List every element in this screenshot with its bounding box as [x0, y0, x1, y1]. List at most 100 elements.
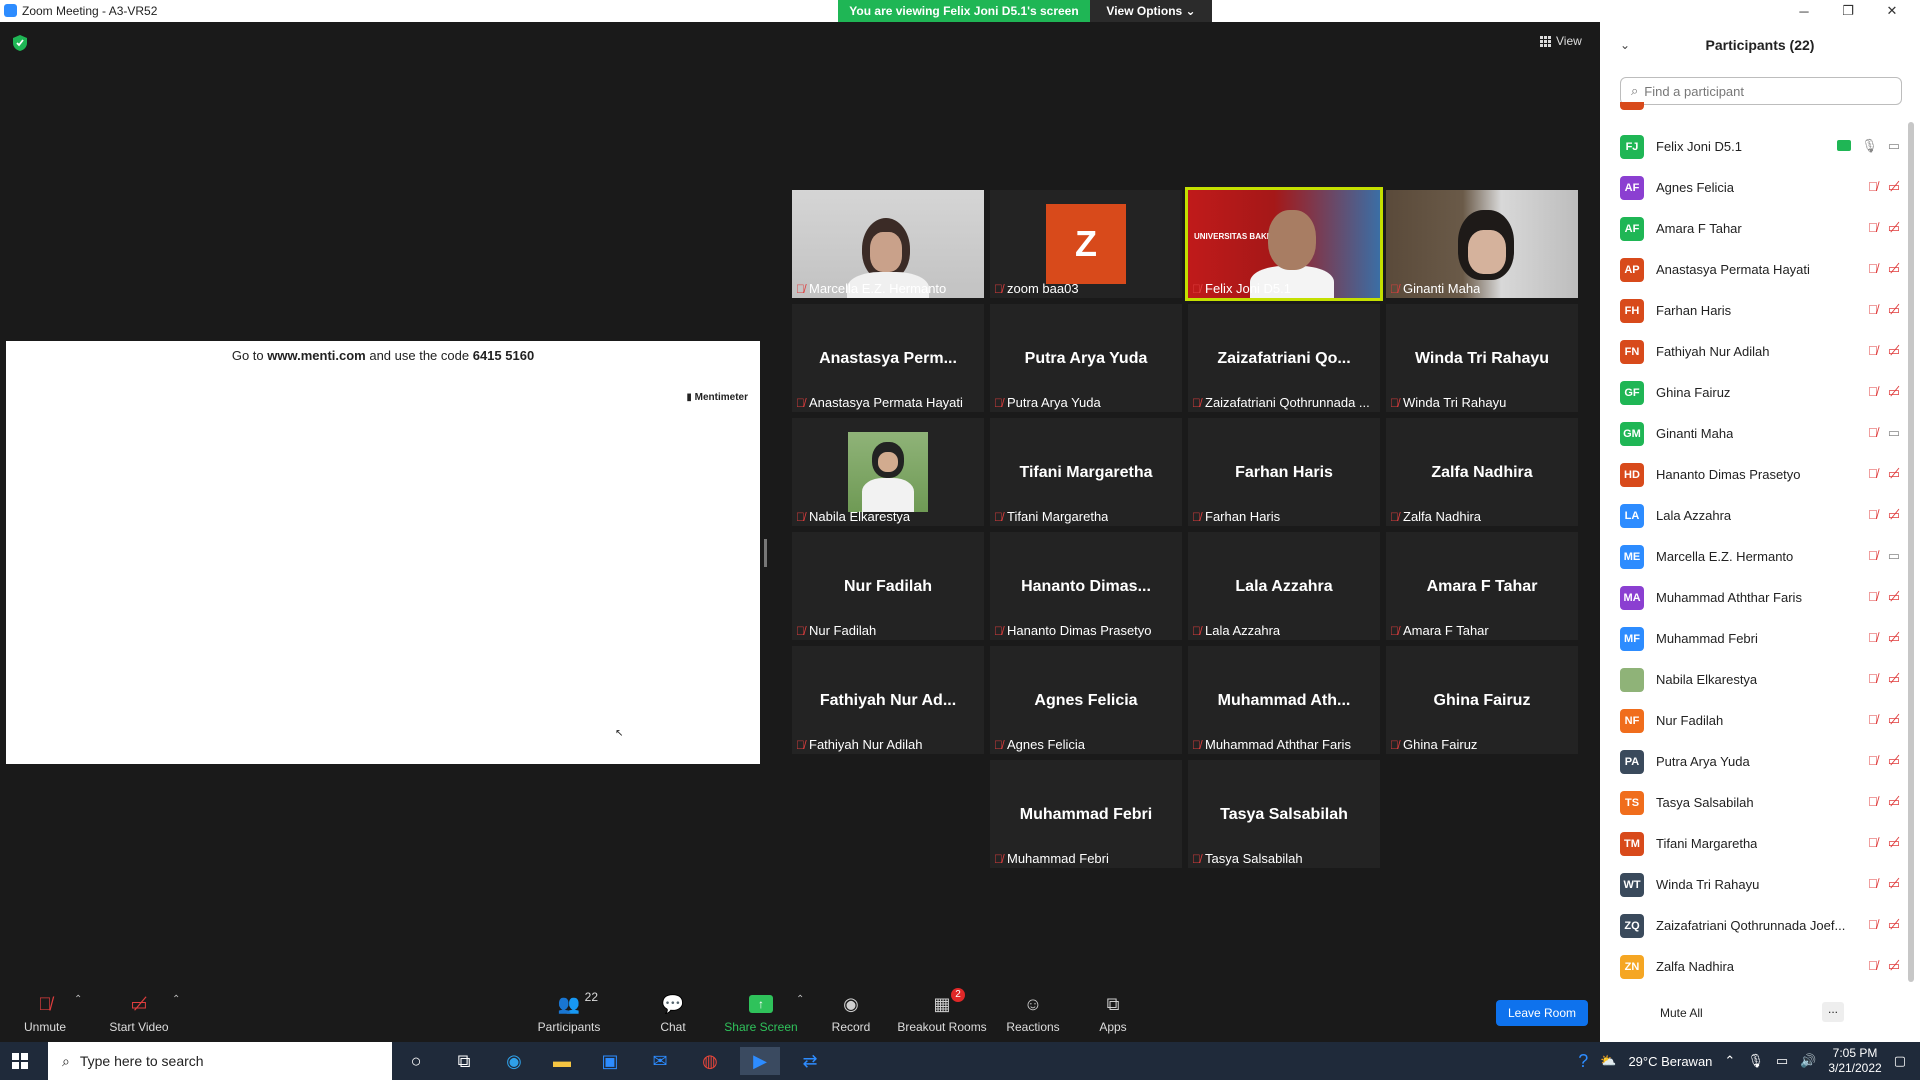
tile-name: zoom baa03 — [1007, 281, 1079, 296]
participant-row[interactable]: TS Tasya Salsabilah 🎙̸ ▭̸ — [1620, 782, 1900, 823]
participant-row[interactable]: MF Muhammad Febri 🎙̸ ▭̸ — [1620, 618, 1900, 659]
view-options-button[interactable]: View Options ⌄ — [1090, 0, 1212, 22]
video-options-chevron-icon[interactable]: ⌃ — [172, 994, 180, 1005]
mute-all-button[interactable]: Mute All — [1660, 1006, 1703, 1020]
mail-icon[interactable]: ✉ — [640, 1047, 680, 1075]
tray-chevron-icon[interactable]: ⌃ — [1724, 1053, 1735, 1069]
video-tile[interactable]: Muhammad Ath... 🎙̸ Muhammad Aththar Faris — [1188, 646, 1380, 754]
participant-row[interactable]: AF Amara F Tahar 🎙̸ ▭̸ — [1620, 208, 1900, 249]
mic-muted-icon: 🎙̸ — [994, 281, 1003, 296]
weather-text[interactable]: 29°C Berawan — [1628, 1054, 1712, 1069]
participants-scrollbar[interactable] — [1908, 122, 1914, 982]
participant-row[interactable]: FH Farhan Haris 🎙̸ ▭̸ — [1620, 290, 1900, 331]
task-view-icon[interactable]: ⧉ — [444, 1047, 484, 1075]
apps-button[interactable]: ⧉ Apps — [1068, 992, 1158, 1035]
tile-name: Zaizafatriani Qothrunnada ... — [1205, 395, 1370, 410]
video-tile[interactable]: Nur Fadilah 🎙̸ Nur Fadilah — [792, 532, 984, 640]
video-tile[interactable]: Anastasya Perm... 🎙̸ Anastasya Permata Hay… — [792, 304, 984, 412]
meeting-area: View Go to www.menti.com and use the cod… — [0, 22, 1600, 988]
video-tile[interactable]: Z 🎙̸ zoom baa03 — [990, 190, 1182, 298]
video-tile[interactable]: Agnes Felicia 🎙̸ Agnes Felicia — [990, 646, 1182, 754]
cortana-icon[interactable]: ○ — [396, 1047, 436, 1075]
breakout-rooms-button[interactable]: ▦ 2 Breakout Rooms — [897, 988, 987, 1034]
participant-row[interactable]: MA Muhammad Aththar Faris 🎙̸ ▭̸ — [1620, 577, 1900, 618]
security-shield-icon[interactable] — [12, 34, 28, 52]
video-tile[interactable]: Tifani Margaretha 🎙̸ Tifani Margaretha — [990, 418, 1182, 526]
file-explorer-icon[interactable]: ▬ — [542, 1047, 582, 1075]
video-tile[interactable]: Lala Azzahra 🎙̸ Lala Azzahra — [1188, 532, 1380, 640]
mic-muted-icon: 🎙̸ — [1192, 623, 1201, 638]
microphone-tray-icon[interactable]: 🎙 — [1747, 1053, 1764, 1069]
more-options-button[interactable]: ... — [1822, 1002, 1844, 1022]
reactions-button[interactable]: ☺ Reactions — [988, 992, 1078, 1035]
start-video-button[interactable]: ▭̸ Start Video — [94, 992, 184, 1035]
view-button[interactable]: View — [1540, 34, 1582, 48]
taskbar-search-input[interactable]: ⌕ Type here to search — [48, 1042, 392, 1080]
participant-avatar: WT — [1620, 872, 1644, 897]
participant-row[interactable]: WT Winda Tri Rahayu 🎙̸ ▭̸ — [1620, 864, 1900, 905]
volume-icon[interactable]: 🔊 — [1800, 1053, 1816, 1069]
share-screen-button[interactable]: ↑ Share Screen — [716, 992, 806, 1034]
video-tile[interactable]: Tasya Salsabilah 🎙̸ Tasya Salsabilah — [1188, 760, 1380, 868]
video-tile[interactable]: Amara F Tahar 🎙̸ Amara F Tahar — [1386, 532, 1578, 640]
teamviewer-icon[interactable]: ⇄ — [790, 1047, 830, 1075]
clock[interactable]: 7:05 PM 3/21/2022 — [1828, 1046, 1881, 1076]
mic-muted-icon: 🎙̸ — [1867, 220, 1878, 235]
participants-button[interactable]: 👥 22 Participants — [524, 990, 614, 1034]
close-button[interactable]: ✕ — [1870, 0, 1914, 22]
audio-options-chevron-icon[interactable]: ⌃ — [74, 994, 82, 1005]
participant-row[interactable]: GF Ghina Fairuz 🎙̸ ▭̸ — [1620, 372, 1900, 413]
mic-muted-icon: 🎙̸ — [1867, 876, 1878, 891]
participant-name: Tasya Salsabilah — [1656, 795, 1754, 810]
participant-row[interactable]: PA Putra Arya Yuda 🎙̸ ▭̸ — [1620, 741, 1900, 782]
video-off-icon: ▭̸ — [1887, 507, 1900, 522]
mic-muted-icon: 🎙̸ — [994, 509, 1003, 524]
network-icon[interactable]: ▭ — [1776, 1053, 1788, 1069]
video-off-icon: ▭̸ — [1887, 466, 1900, 481]
leave-room-button[interactable]: Leave Room — [1496, 1000, 1588, 1026]
participant-row[interactable]: FN Fathiyah Nur Adilah 🎙̸ ▭̸ — [1620, 331, 1900, 372]
chat-button[interactable]: 💬 Chat — [628, 992, 718, 1035]
video-tile[interactable]: Farhan Haris 🎙̸ Farhan Haris — [1188, 418, 1380, 526]
minimize-button[interactable]: ─ — [1782, 0, 1826, 22]
share-options-chevron-icon[interactable]: ⌃ — [796, 994, 804, 1005]
participant-row[interactable]: AF Agnes Felicia 🎙̸ ▭̸ — [1620, 167, 1900, 208]
edge-icon[interactable]: ◉ — [494, 1047, 534, 1075]
zoom-taskbar-icon[interactable]: ▶ — [740, 1047, 780, 1075]
participant-row[interactable]: ZQ Zaizafatriani Qothrunnada Joef... 🎙̸ ▭̸ — [1620, 905, 1900, 946]
restore-button[interactable]: ❐ — [1826, 0, 1870, 22]
participant-row[interactable]: GM Ginanti Maha 🎙̸ ▭ — [1620, 413, 1900, 454]
notifications-icon[interactable]: ▢ — [1894, 1053, 1906, 1069]
video-tile[interactable]: Zaizafatriani Qo... 🎙̸ Zaizafatriani Qothr… — [1188, 304, 1380, 412]
participant-row[interactable]: LA Lala Azzahra 🎙̸ ▭̸ — [1620, 495, 1900, 536]
participant-row[interactable]: AP Anastasya Permata Hayati 🎙̸ ▭̸ — [1620, 249, 1900, 290]
tile-display-name: Hananto Dimas... — [1021, 578, 1151, 595]
windows-start-icon[interactable] — [12, 1053, 28, 1069]
video-tile[interactable]: Fathiyah Nur Ad... 🎙̸ Fathiyah Nur Adilah — [792, 646, 984, 754]
help-icon[interactable]: ? — [1578, 1051, 1588, 1072]
video-tile[interactable]: 🎙̸ Ginanti Maha — [1386, 190, 1578, 298]
participant-row[interactable]: NF Nur Fadilah 🎙̸ ▭̸ — [1620, 700, 1900, 741]
video-tile[interactable]: Zalfa Nadhira 🎙̸ Zalfa Nadhira — [1386, 418, 1578, 526]
chrome-icon[interactable]: ◍ — [690, 1047, 730, 1075]
participant-row[interactable]: HD Hananto Dimas Prasetyo 🎙̸ ▭̸ — [1620, 454, 1900, 495]
participant-row[interactable]: Nabila Elkarestya 🎙̸ ▭̸ — [1620, 659, 1900, 700]
video-tile[interactable]: Winda Tri Rahayu 🎙̸ Winda Tri Rahayu — [1386, 304, 1578, 412]
video-tile[interactable]: 🎙̸ Nabila Elkarestya — [792, 418, 984, 526]
tile-name-label: 🎙̸ Farhan Haris — [1192, 509, 1280, 524]
store-icon[interactable]: ▣ — [590, 1047, 630, 1075]
video-tile[interactable]: Putra Arya Yuda 🎙̸ Putra Arya Yuda — [990, 304, 1182, 412]
video-tile[interactable]: Muhammad Febri 🎙̸ Muhammad Febri — [990, 760, 1182, 868]
video-tile[interactable]: Ghina Fairuz 🎙̸ Ghina Fairuz — [1386, 646, 1578, 754]
participant-row[interactable]: ZN Zalfa Nadhira 🎙̸ ▭̸ — [1620, 946, 1900, 987]
mic-muted-icon: 🎙̸ — [1390, 737, 1399, 752]
participant-row[interactable]: TM Tifani Margaretha 🎙̸ ▭̸ — [1620, 823, 1900, 864]
video-tile[interactable]: 🎙̸ Marcella E.Z. Hermanto — [792, 190, 984, 298]
participant-row[interactable]: ME Marcella E.Z. Hermanto 🎙̸ ▭ — [1620, 536, 1900, 577]
participant-row[interactable]: FJ Felix Joni D5.1 🎙 ▭ — [1620, 126, 1900, 167]
record-button[interactable]: ◉ Record — [806, 992, 896, 1035]
find-participant-input[interactable]: ⌕ Find a participant — [1620, 77, 1902, 105]
panel-splitter[interactable] — [764, 539, 767, 567]
video-tile[interactable]: UNIVERSITAS BAKRIE 🎙̸ Felix Joni D5.1 — [1185, 187, 1383, 301]
video-tile[interactable]: Hananto Dimas... 🎙̸ Hananto Dimas Prasetyo — [990, 532, 1182, 640]
